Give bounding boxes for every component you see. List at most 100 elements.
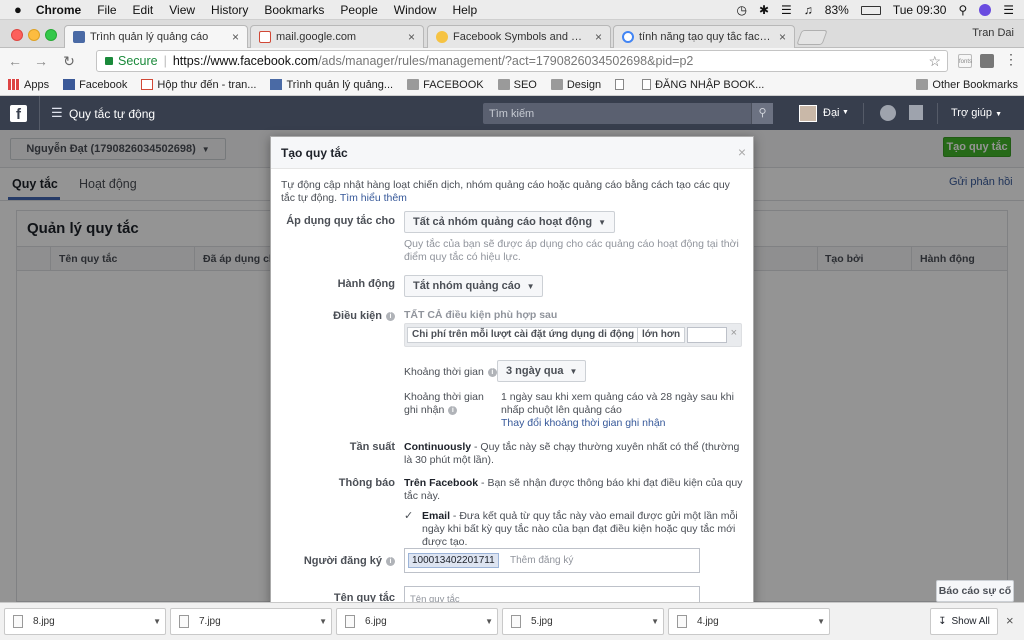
info-icon[interactable]: i <box>448 405 458 415</box>
bookmark-star-icon[interactable]: ☆ <box>928 53 941 70</box>
flag-icon[interactable] <box>909 105 923 120</box>
change-attribution-link[interactable]: Thay đổi khoảng thời gian ghi nhận <box>501 417 666 429</box>
chevron-down-icon: ▼ <box>569 366 578 376</box>
menu-people[interactable]: People <box>340 3 377 17</box>
download-item[interactable]: 4.jpg ▼ <box>668 608 830 635</box>
page-menu-title[interactable]: Quy tắc tự động <box>69 107 155 121</box>
bookmark-label: Facebook <box>79 78 128 91</box>
help-link[interactable]: Trợ giúp ▼ <box>951 107 1002 119</box>
globe-icon[interactable] <box>880 105 896 121</box>
bookmark-folder-facebook[interactable]: FACEBOOK <box>407 79 484 91</box>
browser-tab-google-search[interactable]: tính năng tạo quy tắc faceboo × <box>613 25 795 48</box>
reload-icon[interactable]: ↻ <box>60 53 78 70</box>
chrome-menu-icon[interactable]: ⋮ <box>1004 51 1018 68</box>
menu-app-name[interactable]: Chrome <box>36 3 81 17</box>
bluetooth-icon[interactable]: ✱ <box>759 3 769 17</box>
bookmark-ads-manager[interactable]: Trình quản lý quảng... <box>270 79 393 91</box>
report-problem-button[interactable]: Báo cáo sự cố <box>936 580 1014 602</box>
close-downloads-icon[interactable]: × <box>1006 613 1014 628</box>
google-favicon-icon <box>622 31 634 43</box>
menu-file[interactable]: File <box>97 3 116 17</box>
back-arrow-icon[interactable]: ← <box>6 53 24 69</box>
time-machine-icon[interactable]: ◷ <box>736 3 746 17</box>
search-input[interactable]: Tìm kiếm ⚲ <box>483 103 773 124</box>
chevron-down-icon[interactable]: ▼ <box>842 109 849 116</box>
download-item[interactable]: 6.jpg ▼ <box>336 608 498 635</box>
chevron-down-icon[interactable]: ▼ <box>485 617 493 626</box>
info-icon[interactable]: i <box>487 367 497 377</box>
siri-icon[interactable] <box>979 4 992 16</box>
notification-center-icon[interactable]: ☰ <box>1003 3 1014 17</box>
battery-percent[interactable]: 83% <box>825 3 849 17</box>
menu-bookmarks[interactable]: Bookmarks <box>264 3 324 17</box>
bookmark-facebook[interactable]: Facebook <box>63 79 127 91</box>
bookmark-folder-seo[interactable]: SEO <box>497 79 537 91</box>
action-dropdown[interactable]: Tắt nhóm quảng cáo ▼ <box>404 275 544 297</box>
tab-close-icon[interactable]: × <box>779 30 786 44</box>
download-arrow-icon: ↧ <box>938 616 947 627</box>
menu-view[interactable]: View <box>169 3 195 17</box>
condition-operator-chip[interactable]: lớn hơn <box>637 327 686 343</box>
search-icon[interactable]: ⚲ <box>751 103 773 124</box>
chevron-down-icon[interactable]: ▼ <box>319 617 327 626</box>
bookmark-apps[interactable]: Apps <box>8 79 49 91</box>
learn-more-link[interactable]: Tìm hiểu thêm <box>340 192 407 204</box>
download-item[interactable]: 7.jpg ▼ <box>170 608 332 635</box>
time-range-dropdown[interactable]: 3 ngày qua ▼ <box>497 360 587 382</box>
bookmark-inbox[interactable]: Hộp thư đến - tran... <box>141 79 256 91</box>
show-all-downloads-button[interactable]: ↧ Show All <box>930 608 998 635</box>
menu-help[interactable]: Help <box>452 3 477 17</box>
tab-close-icon[interactable]: × <box>408 30 415 44</box>
download-item[interactable]: 8.jpg ▼ <box>4 608 166 635</box>
bookmark-blank-page[interactable] <box>615 79 628 90</box>
email-checkbox[interactable]: ✓ <box>404 511 415 522</box>
info-icon[interactable]: i <box>386 556 395 566</box>
subscribers-input[interactable]: 100013402201711 Thêm đăng ký <box>404 548 700 573</box>
apply-to-dropdown[interactable]: Tất cả nhóm quảng cáo hoạt động ▼ <box>404 211 615 233</box>
download-item[interactable]: 5.jpg ▼ <box>502 608 664 635</box>
extension-icon[interactable] <box>980 54 994 68</box>
chevron-down-icon[interactable]: ▼ <box>817 617 825 626</box>
spotlight-search-icon[interactable]: ⚲ <box>958 3 967 17</box>
apple-icon[interactable]: ● <box>14 2 22 17</box>
chevron-down-icon[interactable]: ▼ <box>651 617 659 626</box>
menu-edit[interactable]: Edit <box>133 3 154 17</box>
forward-arrow-icon[interactable]: → <box>32 53 50 69</box>
window-close-button[interactable] <box>11 29 23 41</box>
address-bar[interactable]: Secure | https://www.facebook.com /ads/m… <box>96 50 948 72</box>
window-zoom-button[interactable] <box>45 29 57 41</box>
browser-tab-gmail[interactable]: mail.google.com × <box>250 25 424 48</box>
menu-history[interactable]: History <box>211 3 248 17</box>
window-minimize-button[interactable] <box>28 29 40 41</box>
chevron-down-icon[interactable]: ▼ <box>153 617 161 626</box>
avatar[interactable] <box>799 105 817 122</box>
user-name[interactable]: Đại <box>823 107 840 119</box>
menu-window[interactable]: Window <box>394 3 437 17</box>
facebook-logo-icon[interactable]: f <box>10 105 27 123</box>
tab-close-icon[interactable]: × <box>595 30 602 44</box>
volume-icon[interactable]: ♫ <box>804 3 813 17</box>
tab-close-icon[interactable]: × <box>232 30 239 44</box>
clock[interactable]: Tue 09:30 <box>893 3 947 17</box>
browser-tab-symbols[interactable]: Facebook Symbols and Chat E × <box>427 25 611 48</box>
action-value: Tắt nhóm quảng cáo <box>413 280 521 292</box>
extension-icon[interactable]: fonts <box>958 54 972 68</box>
battery-icon[interactable] <box>860 5 881 15</box>
page-icon <box>642 79 652 90</box>
condition-metric-chip[interactable]: Chi phí trên mỗi lượt cài đặt ứng dụng d… <box>407 327 640 343</box>
subscriber-token[interactable]: 100013402201711 <box>408 553 499 568</box>
browser-tab-ads-manager[interactable]: Trình quản lý quảng cáo × <box>64 25 248 48</box>
action-label: Hành động <box>337 278 395 290</box>
profile-name[interactable]: Tran Dai <box>972 27 1014 39</box>
new-tab-button[interactable] <box>796 30 828 45</box>
info-icon[interactable]: i <box>386 311 395 321</box>
remove-condition-icon[interactable]: × <box>731 327 737 339</box>
condition-value-input[interactable] <box>687 327 727 343</box>
hamburger-menu-icon[interactable]: ☰ <box>51 105 63 121</box>
folder-icon <box>407 79 420 90</box>
bookmark-folder-design[interactable]: Design <box>550 79 601 91</box>
wifi-icon[interactable]: ☰ <box>781 3 792 17</box>
bookmark-login-book[interactable]: ĐĂNG NHẬP BOOK... <box>642 79 764 91</box>
other-bookmarks[interactable]: Other Bookmarks <box>916 79 1018 91</box>
close-icon[interactable]: × <box>738 144 746 160</box>
